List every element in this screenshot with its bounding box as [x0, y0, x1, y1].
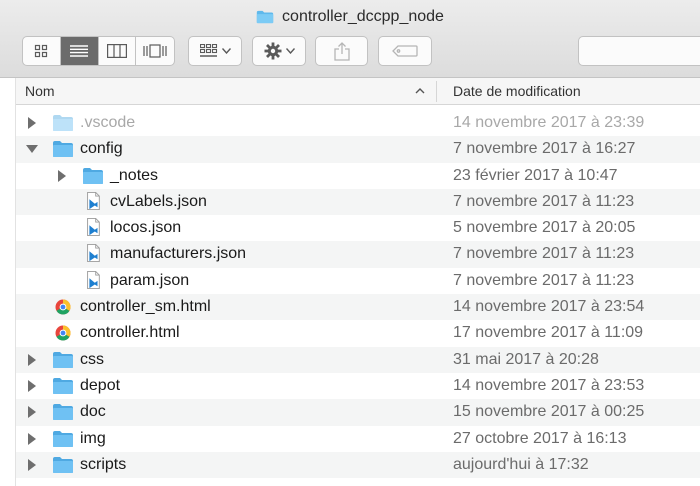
column-header: Nom Date de modification — [16, 78, 700, 105]
gear-icon — [264, 42, 281, 60]
column-view-button[interactable] — [99, 37, 137, 65]
file-name: img — [80, 429, 106, 447]
vscode-json-file-icon — [87, 191, 100, 210]
file-date: 14 novembre 2017 à 23:39 — [453, 114, 645, 131]
file-date: 7 novembre 2017 à 16:27 — [453, 140, 636, 158]
file-row[interactable]: controller.html 17 novembre 2017 à 11:09 — [16, 320, 700, 346]
disclosure-triangle-collapsed-icon[interactable] — [26, 379, 38, 392]
file-row[interactable]: param.json 7 novembre 2017 à 11:23 — [16, 268, 700, 294]
file-name: cvLabels.json — [110, 192, 207, 210]
file-date: 7 novembre 2017 à 11:23 — [453, 271, 635, 289]
folder-icon — [256, 10, 274, 24]
list-view-button[interactable] — [60, 37, 99, 65]
column-divider[interactable] — [436, 81, 437, 102]
chevron-down-icon — [221, 48, 231, 54]
file-date: 23 février 2017 à 10:47 — [453, 166, 618, 184]
window-toolbar: controller_dccpp_node — [0, 0, 700, 78]
chevron-down-icon — [285, 48, 295, 54]
cover-flow-icon — [143, 44, 167, 58]
folder-icon — [53, 115, 73, 131]
file-row[interactable]: config 7 novembre 2017 à 16:27 — [16, 136, 700, 163]
file-date: 5 novembre 2017 à 20:05 — [453, 219, 636, 237]
file-name: controller_sm.html — [80, 298, 211, 316]
vscode-json-file-icon — [87, 270, 100, 289]
file-date: 15 novembre 2017 à 00:25 — [453, 403, 645, 421]
file-row[interactable]: img 27 octobre 2017 à 16:13 — [16, 426, 700, 452]
disclosure-triangle-collapsed-icon[interactable] — [26, 458, 38, 471]
folder-icon — [53, 351, 73, 368]
file-name: css — [80, 350, 104, 368]
tag-icon — [392, 45, 418, 57]
disclosure-triangle-expanded-icon[interactable] — [26, 143, 38, 155]
file-row[interactable]: doc 15 novembre 2017 à 00:25 — [16, 399, 700, 426]
folder-icon — [53, 430, 73, 447]
search-field[interactable] — [578, 36, 700, 66]
sidebar-edge — [0, 78, 16, 486]
file-row[interactable]: scripts aujourd'hui à 17:32 — [16, 451, 700, 479]
view-mode-control — [22, 36, 175, 66]
file-name: .vscode — [80, 114, 136, 131]
file-date: 14 novembre 2017 à 23:53 — [453, 376, 645, 394]
file-row[interactable]: manufacturers.json 7 novembre 2017 à 11:2… — [16, 241, 700, 268]
folder-icon — [53, 404, 73, 421]
disclosure-triangle-collapsed-icon[interactable] — [26, 432, 38, 445]
file-name: scripts — [80, 455, 127, 473]
window-title-bar: controller_dccpp_node — [0, 6, 700, 28]
file-date: 7 novembre 2017 à 11:23 — [453, 192, 635, 210]
disclosure-triangle-collapsed-icon[interactable] — [26, 117, 38, 129]
chrome-html-file-icon — [55, 325, 71, 341]
column-name-header[interactable]: Nom — [25, 83, 55, 99]
disclosure-triangle-collapsed-icon[interactable] — [26, 353, 38, 366]
action-menu-button[interactable] — [252, 36, 306, 66]
folder-icon — [53, 141, 73, 158]
vscode-json-file-icon — [87, 218, 100, 237]
share-icon — [333, 41, 350, 61]
arrange-button[interactable] — [188, 36, 242, 66]
vscode-json-file-icon — [87, 244, 100, 263]
chrome-html-file-icon — [55, 299, 71, 315]
folder-icon — [53, 456, 73, 473]
file-date: 27 octobre 2017 à 16:13 — [453, 429, 627, 447]
columns-icon — [106, 44, 127, 58]
file-date: 7 novembre 2017 à 11:23 — [453, 245, 635, 263]
file-name: controller.html — [80, 324, 180, 342]
folder-icon — [53, 377, 73, 394]
file-date: aujourd'hui à 17:32 — [453, 455, 589, 473]
share-button[interactable] — [315, 36, 368, 66]
tag-button[interactable] — [378, 36, 432, 66]
cover-flow-view-button[interactable] — [136, 37, 174, 65]
file-date: 17 novembre 2017 à 11:09 — [453, 324, 644, 342]
arrange-grid-icon — [199, 44, 217, 57]
grid-icon — [35, 44, 48, 58]
column-date-header[interactable]: Date de modification — [453, 83, 581, 99]
file-row[interactable]: _notes 23 février 2017 à 10:47 — [16, 163, 700, 189]
file-list: .vscode 14 novembre 2017 à 23:39 config 7 n… — [16, 110, 700, 479]
file-row[interactable]: .vscode 14 novembre 2017 à 23:39 — [16, 110, 700, 136]
file-row[interactable]: cvLabels.json 7 novembre 2017 à 11:23 — [16, 188, 700, 216]
folder-icon — [83, 167, 103, 184]
file-row[interactable]: depot 14 novembre 2017 à 23:53 — [16, 373, 700, 399]
disclosure-triangle-collapsed-icon[interactable] — [56, 169, 68, 182]
file-name: doc — [80, 403, 106, 421]
file-name: depot — [80, 376, 121, 394]
file-name: _notes — [110, 166, 159, 184]
icon-view-button[interactable] — [23, 37, 61, 65]
sort-ascending-icon[interactable] — [414, 85, 426, 97]
list-icon — [70, 45, 89, 57]
file-name: param.json — [110, 271, 190, 289]
file-name: manufacturers.json — [110, 245, 247, 263]
file-date: 31 mai 2017 à 20:28 — [453, 350, 599, 368]
file-name: locos.json — [110, 219, 182, 237]
file-row[interactable]: controller_sm.html 14 novembre 2017 à 23:… — [16, 294, 700, 321]
file-name: config — [80, 140, 123, 158]
file-row[interactable]: css 31 mai 2017 à 20:28 — [16, 346, 700, 373]
disclosure-triangle-collapsed-icon[interactable] — [26, 406, 38, 419]
file-date: 14 novembre 2017 à 23:54 — [453, 298, 645, 316]
window-title: controller_dccpp_node — [282, 8, 444, 25]
file-row[interactable]: locos.json 5 novembre 2017 à 20:05 — [16, 215, 700, 241]
